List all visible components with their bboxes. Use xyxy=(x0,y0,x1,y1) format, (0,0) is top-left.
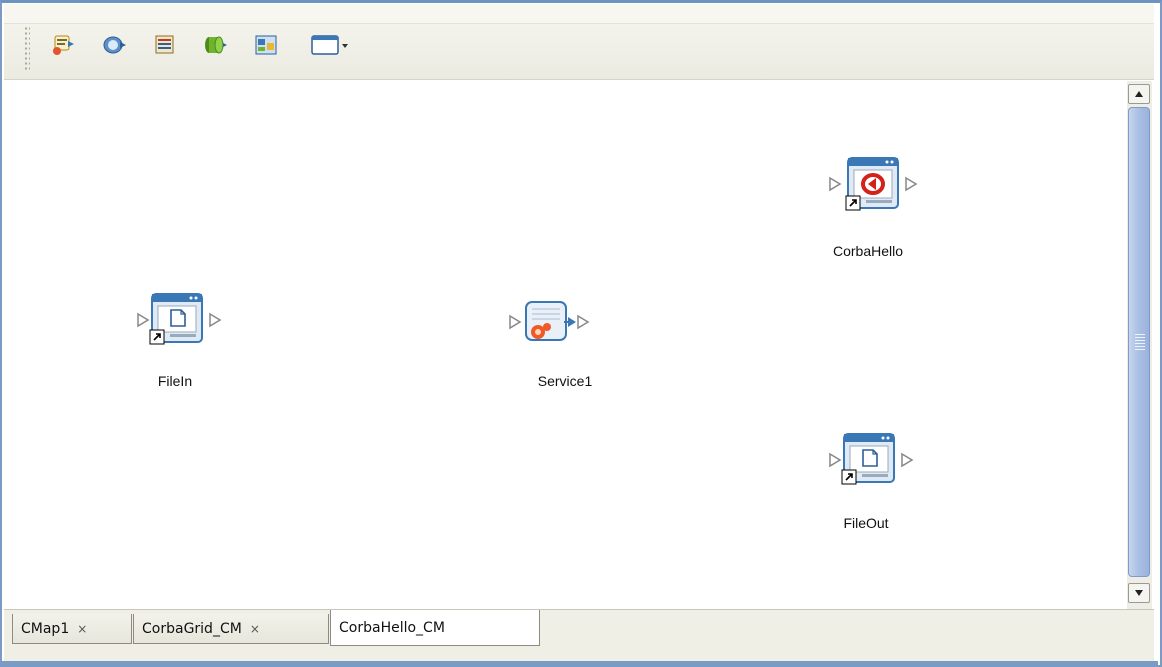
tab-corbagrid-cm[interactable]: CorbaGrid_CM × xyxy=(133,614,329,644)
external-application-icon xyxy=(53,35,74,55)
arrow-down-icon xyxy=(1135,590,1143,596)
external-application-button[interactable] xyxy=(50,32,76,58)
component-corbahello[interactable] xyxy=(826,154,922,219)
vertical-scrollbar[interactable] xyxy=(1127,81,1152,609)
file-external-icon xyxy=(137,293,222,345)
scrollbar-thumb[interactable] xyxy=(1128,107,1150,577)
web-service-icon xyxy=(155,35,174,54)
file-external-icon xyxy=(829,433,914,485)
scroll-down-button[interactable] xyxy=(1128,583,1150,603)
tab-label: CMap1 xyxy=(21,620,70,637)
window-dropdown-button[interactable] xyxy=(308,32,352,58)
service-icon xyxy=(509,301,590,341)
component-fileout[interactable] xyxy=(826,430,922,495)
scrollbar-grip xyxy=(1135,334,1145,352)
window-dropdown-icon xyxy=(311,35,348,55)
editor-bottom-border xyxy=(2,661,1158,665)
close-icon[interactable]: × xyxy=(77,622,87,636)
component-label-service1: Service1 xyxy=(537,373,593,389)
scroll-up-button[interactable] xyxy=(1128,84,1150,104)
service-icon xyxy=(103,36,126,54)
corba-external-icon xyxy=(829,157,918,211)
editor-tab-bar: CMap1 × CorbaGrid_CM × CorbaHello_CM xyxy=(4,609,1154,661)
component-filein[interactable] xyxy=(134,290,230,355)
business-process-icon xyxy=(255,35,277,55)
component-label-corbahello: CorbaHello xyxy=(832,243,904,259)
component-service1[interactable] xyxy=(506,298,606,351)
tab-cmap1[interactable]: CMap1 × xyxy=(12,614,132,644)
web-service-button[interactable] xyxy=(152,32,178,58)
service-button[interactable] xyxy=(101,32,127,58)
tab-label: CorbaHello_CM xyxy=(339,619,445,636)
toolbar-grip[interactable] xyxy=(24,26,30,72)
editor-header-strip xyxy=(4,4,1154,24)
component-label-fileout: FileOut xyxy=(843,515,889,531)
arrow-up-icon xyxy=(1135,91,1143,97)
tab-label: CorbaGrid_CM xyxy=(142,620,242,637)
close-icon[interactable]: × xyxy=(250,622,260,636)
business-process-button[interactable] xyxy=(253,32,279,58)
component-label-filein: FileIn xyxy=(157,373,193,389)
queue-button[interactable] xyxy=(202,32,228,58)
tab-corbahello-cm[interactable]: CorbaHello_CM xyxy=(330,610,540,646)
queue-icon xyxy=(205,36,227,54)
